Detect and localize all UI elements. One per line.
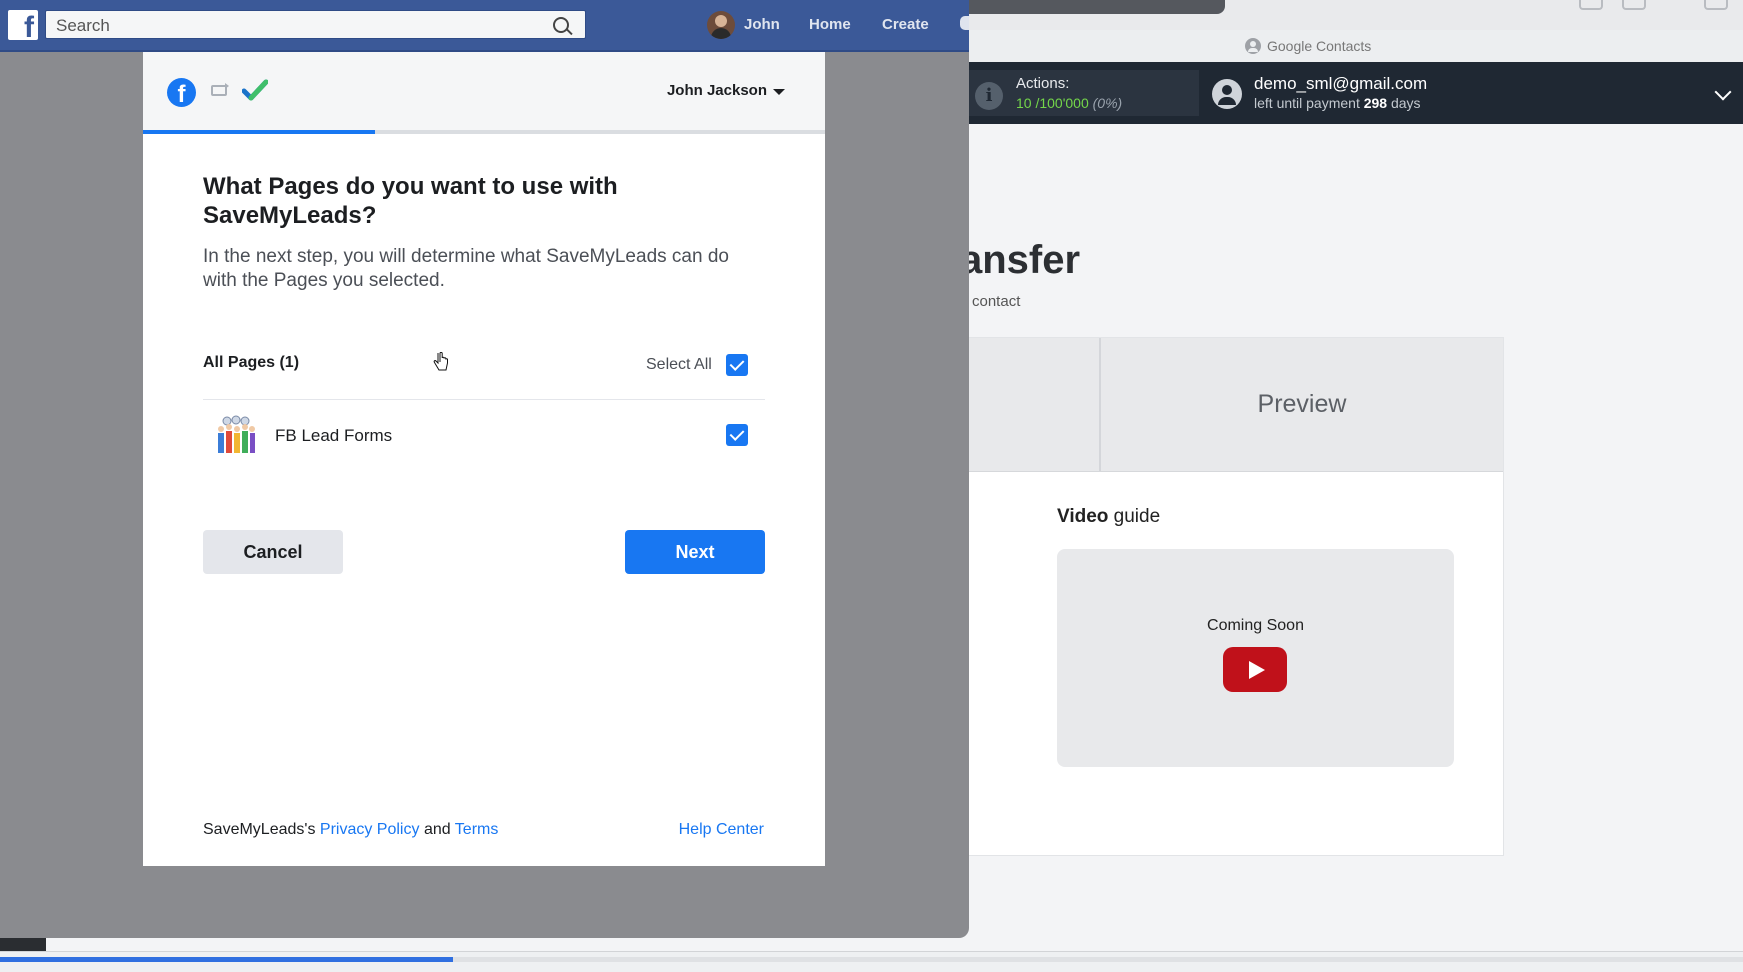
tab-bar: Google Contacts — [969, 30, 1743, 63]
page-heading: ansfer — [960, 238, 1081, 282]
browser-chrome — [969, 0, 1743, 30]
connect-arrows-icon — [211, 83, 229, 96]
step-progress — [143, 130, 375, 134]
browser-control-icon[interactable] — [1622, 0, 1646, 10]
page-avatar — [215, 415, 257, 457]
savemyleads-logo-icon — [242, 79, 268, 101]
dialog-title: What Pages do you want to use with SaveM… — [203, 173, 618, 229]
nav-create[interactable]: Create — [882, 16, 929, 33]
dialog-description: In the next step, you will determine wha… — [203, 246, 729, 291]
all-pages-label: All Pages (1) — [203, 354, 300, 371]
actions-counter: i Actions: 10 /100'000 (0%) — [969, 70, 1199, 116]
nav-home[interactable]: Home — [809, 16, 851, 33]
account-email: demo_sml@gmail.com — [1254, 74, 1428, 93]
cursor-hand-icon — [433, 352, 448, 371]
browser-control-icon[interactable] — [1579, 0, 1603, 10]
video-guide-player[interactable]: Coming Soon — [1057, 549, 1454, 767]
page-permissions-dialog: f John Jackson What Pages do you want to… — [143, 52, 825, 866]
page-checkbox[interactable] — [726, 424, 748, 446]
info-icon[interactable]: i — [975, 82, 1003, 110]
select-all-checkbox[interactable] — [726, 354, 748, 376]
friends-icon[interactable] — [960, 16, 969, 30]
app-header: i Actions: 10 /100'000 (0%) demo_sml@gma… — [969, 62, 1743, 124]
dialog-header: f John Jackson — [143, 52, 825, 133]
facebook-logo-icon[interactable]: f — [8, 10, 38, 40]
caret-down-icon[interactable] — [773, 89, 785, 95]
coming-soon-label: Coming Soon — [1207, 617, 1304, 634]
help-center-link[interactable]: Help Center — [679, 821, 764, 839]
search-box — [45, 10, 586, 39]
tab-preview[interactable]: Preview — [1101, 338, 1503, 471]
account-switcher[interactable]: John Jackson — [667, 82, 767, 99]
search-input[interactable] — [54, 15, 538, 37]
settings-panel: Preview Video guide Coming Soon — [969, 337, 1504, 856]
panel-tabs: Preview — [969, 338, 1503, 472]
address-bar-fragment[interactable] — [969, 0, 1225, 14]
cancel-button[interactable]: Cancel — [203, 530, 343, 574]
actions-value: 10 /100'000 (0%) — [1016, 95, 1123, 111]
dialog-footer: SaveMyLeads's Privacy Policy and Terms — [203, 821, 499, 838]
tab-google-contacts[interactable]: Google Contacts — [1245, 38, 1371, 54]
divider — [203, 399, 765, 400]
facebook-icon: f — [167, 78, 196, 107]
facebook-window: f John Home Create f John Jackson What P… — [0, 0, 969, 938]
payment-info: left until payment 298 days — [1254, 95, 1421, 111]
page-subheading: contact — [972, 293, 1021, 310]
taskbar-fragment — [0, 938, 46, 951]
select-all-label[interactable]: Select All — [646, 356, 712, 374]
next-button[interactable]: Next — [625, 530, 765, 574]
page-name: FB Lead Forms — [275, 426, 393, 445]
terms-link[interactable]: Terms — [455, 821, 499, 838]
account-icon — [1245, 38, 1261, 54]
actions-label: Actions: — [1016, 75, 1070, 92]
youtube-play-icon[interactable] — [1223, 647, 1287, 692]
user-avatar-icon — [1212, 79, 1242, 109]
privacy-policy-link[interactable]: Privacy Policy — [320, 821, 420, 838]
video-guide-title: Video guide — [1057, 506, 1161, 527]
chevron-down-icon[interactable] — [1714, 83, 1732, 101]
search-icon[interactable] — [553, 17, 569, 33]
page-load-progress — [0, 957, 454, 962]
tab-title: Google Contacts — [1267, 38, 1372, 54]
avatar[interactable] — [707, 11, 735, 39]
facebook-top-bar: f John Home Create — [0, 0, 969, 52]
browser-control-icon[interactable] — [1704, 0, 1728, 10]
nav-profile[interactable]: John — [744, 16, 780, 33]
